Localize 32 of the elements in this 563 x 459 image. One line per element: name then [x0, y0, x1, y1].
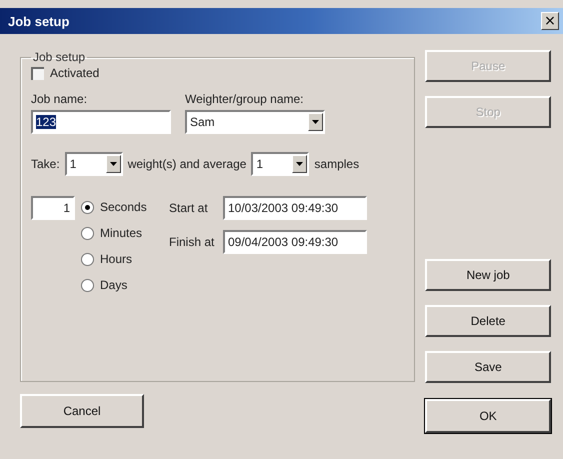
dialog-button[interactable]: New job: [425, 259, 551, 291]
radio-label: Hours: [100, 252, 132, 266]
input-field[interactable]: 123: [31, 110, 171, 134]
dialog-button[interactable]: Save: [425, 351, 551, 383]
field-label: Weighter/group name:: [185, 92, 305, 106]
field-label: Finish at: [169, 235, 216, 249]
field-label: Take:: [31, 157, 60, 171]
dialog-button[interactable]: Delete: [425, 305, 551, 337]
field-label: weight(s) and average: [128, 157, 246, 171]
radio-button[interactable]: [81, 200, 94, 214]
radio-button[interactable]: [81, 226, 94, 240]
dropdown[interactable]: Sam: [185, 110, 325, 134]
radio-label: Seconds: [100, 200, 147, 214]
dropdown[interactable]: 1: [251, 152, 310, 176]
dropdown[interactable]: 1: [64, 152, 123, 176]
field-label: Start at: [169, 201, 209, 215]
checkbox-label: Activated: [50, 66, 100, 80]
group-title: Job setup: [32, 50, 86, 64]
checkbox[interactable]: [31, 66, 44, 80]
radio-label: Minutes: [100, 226, 142, 240]
input-field[interactable]: 09/04/2003 09:49:30: [223, 230, 367, 254]
input-field[interactable]: 10/03/2003 09:49:30: [223, 196, 367, 220]
radio-button[interactable]: [81, 252, 94, 266]
window-title: Job setup: [8, 14, 70, 28]
field-label: Job name:: [31, 92, 88, 106]
field-label: samples: [314, 157, 360, 171]
cancel-button[interactable]: Cancel: [20, 394, 144, 428]
input-field[interactable]: 1: [31, 196, 75, 220]
ok-button[interactable]: OK: [425, 399, 551, 433]
close-button[interactable]: ×: [541, 12, 559, 30]
radio-label: Days: [100, 278, 128, 292]
radio-button[interactable]: [81, 278, 94, 292]
